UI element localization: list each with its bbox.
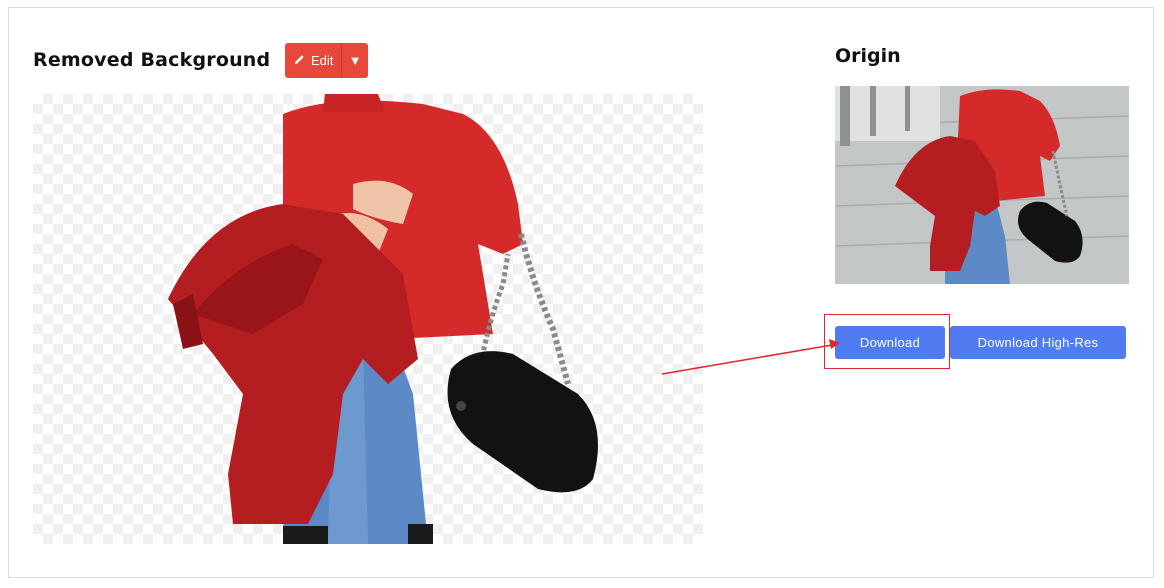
annotation-arrow [661,339,840,375]
